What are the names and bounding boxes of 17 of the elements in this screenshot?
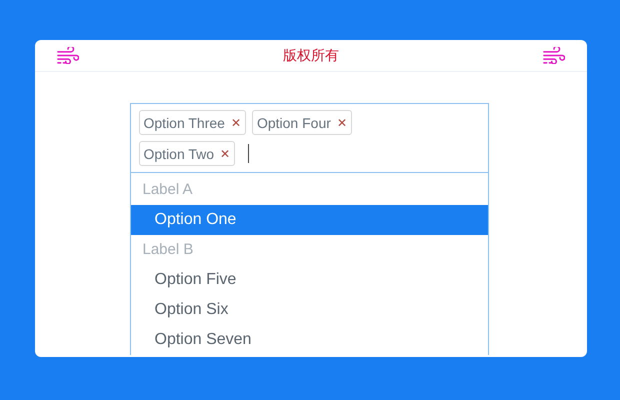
tag-label: Option Four xyxy=(256,114,331,130)
dropdown-option[interactable]: Option One xyxy=(130,205,488,235)
header-title: 版权所有 xyxy=(283,46,339,64)
remove-button[interactable]: ✕ xyxy=(336,116,347,130)
group-label: Label B xyxy=(142,240,194,260)
group-label: Label A xyxy=(142,180,194,200)
text-cursor xyxy=(248,144,250,163)
dropdown-option[interactable]: Option Six xyxy=(130,295,488,325)
wind-icon xyxy=(543,47,565,64)
remove-button[interactable]: ✕ xyxy=(230,116,241,130)
multi-select[interactable]: Option Three ✕ Option Four ✕ Option Two ✕ Label A Option One Label B Option Five Option Six Option Seven xyxy=(130,103,488,355)
wind-icon xyxy=(57,47,79,64)
dropdown-option[interactable]: Option Five xyxy=(130,265,488,295)
remove-button[interactable]: ✕ xyxy=(220,146,230,160)
dropdown-option[interactable]: Option Seven xyxy=(130,325,488,355)
tag-label: Option Two xyxy=(144,146,214,162)
tag-label: Option Three xyxy=(144,114,225,130)
